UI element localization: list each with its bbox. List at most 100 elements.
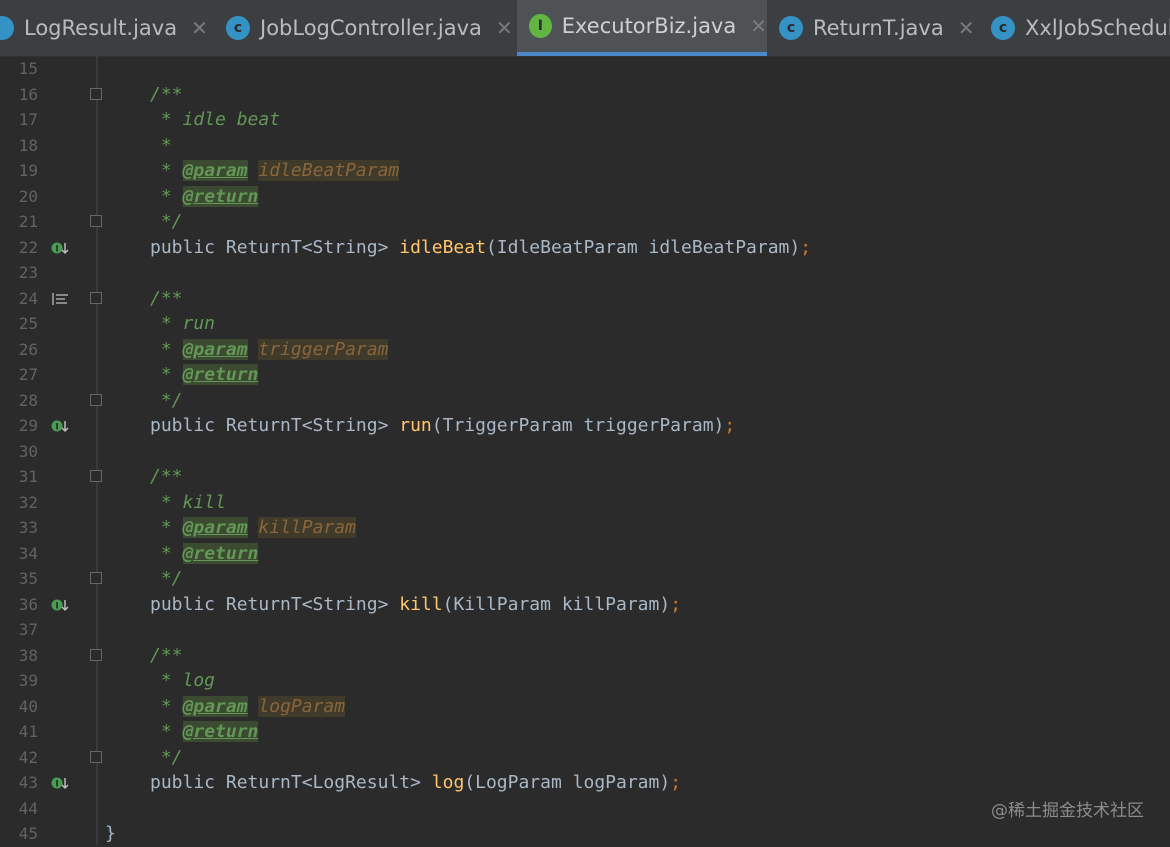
close-icon[interactable]: ✕: [496, 16, 513, 40]
fold-marker-icon[interactable]: [90, 470, 102, 482]
fold-marker-icon[interactable]: [90, 572, 102, 584]
line-number: 24: [0, 289, 38, 308]
line-number: 20: [0, 187, 38, 206]
code-text: * run: [150, 311, 215, 337]
line-number: 44: [0, 799, 38, 818]
code-text: */: [150, 566, 183, 592]
code-line[interactable]: 18 *: [0, 133, 1170, 159]
line-number: 42: [0, 748, 38, 767]
code-line[interactable]: 20 * @return: [0, 184, 1170, 210]
code-line[interactable]: 26 * @param triggerParam: [0, 337, 1170, 363]
code-line[interactable]: 24 /**: [0, 286, 1170, 312]
code-text: */: [150, 745, 183, 771]
code-line[interactable]: 33 * @param killParam: [0, 515, 1170, 541]
line-number: 30: [0, 442, 38, 461]
code-text: /**: [150, 286, 183, 312]
line-number: 15: [0, 59, 38, 78]
code-line[interactable]: 17 * idle beat: [0, 107, 1170, 133]
line-number: 22: [0, 238, 38, 257]
tab-joblogcontroller[interactable]: c JobLogController.java ✕: [226, 0, 514, 56]
fold-marker-icon[interactable]: [90, 215, 102, 227]
line-number: 39: [0, 671, 38, 690]
fold-marker-icon[interactable]: [90, 88, 102, 100]
code-line[interactable]: 39 * log: [0, 668, 1170, 694]
line-number: 23: [0, 263, 38, 282]
code-line[interactable]: 38/**: [0, 643, 1170, 669]
code-line[interactable]: 22Ipublic ReturnT<String> idleBeat(IdleB…: [0, 235, 1170, 261]
line-number: 17: [0, 110, 38, 129]
code-text: /**: [150, 464, 183, 490]
tab-label: LogResult.java: [24, 16, 177, 40]
tab-executorbiz[interactable]: I ExecutorBiz.java ✕: [517, 0, 767, 56]
code-line[interactable]: 32 * kill: [0, 490, 1170, 516]
code-line[interactable]: 21 */: [0, 209, 1170, 235]
code-line[interactable]: 27 * @return: [0, 362, 1170, 388]
code-text: * @param idleBeatParam: [150, 158, 399, 184]
code-line[interactable]: 31/**: [0, 464, 1170, 490]
code-text: * @return: [150, 541, 258, 567]
code-line[interactable]: 36Ipublic ReturnT<String> kill(KillParam…: [0, 592, 1170, 618]
fold-marker-icon[interactable]: [90, 394, 102, 406]
implemented-method-icon[interactable]: I: [51, 418, 69, 437]
implemented-method-icon[interactable]: I: [51, 240, 69, 259]
code-line[interactable]: 40 * @param logParam: [0, 694, 1170, 720]
svg-text:I: I: [55, 423, 58, 433]
code-line[interactable]: 41 * @return: [0, 719, 1170, 745]
code-line[interactable]: 28 */: [0, 388, 1170, 414]
line-number: 29: [0, 416, 38, 435]
code-text: public ReturnT<String> run(TriggerParam …: [150, 413, 735, 439]
watermark: @稀土掘金技术社区: [991, 796, 1144, 821]
code-text: * kill: [150, 490, 226, 516]
line-number: 27: [0, 365, 38, 384]
svg-text:I: I: [55, 601, 58, 611]
line-number: 28: [0, 391, 38, 410]
fold-marker-icon[interactable]: [90, 649, 102, 661]
close-icon[interactable]: ✕: [958, 16, 975, 40]
line-number: 26: [0, 340, 38, 359]
code-line[interactable]: 30: [0, 439, 1170, 465]
tab-xxljobscheduler[interactable]: c XxlJobSchedul: [991, 0, 1170, 56]
line-number: 21: [0, 212, 38, 231]
code-text: * @return: [150, 184, 258, 210]
tab-logresult[interactable]: LogResult.java ✕: [0, 0, 208, 56]
line-number: 33: [0, 518, 38, 537]
code-text: *: [150, 133, 172, 159]
implemented-method-icon[interactable]: I: [51, 775, 69, 794]
line-number: 18: [0, 136, 38, 155]
line-number: 16: [0, 85, 38, 104]
fold-marker-icon[interactable]: [90, 751, 102, 763]
line-number: 43: [0, 773, 38, 792]
code-line[interactable]: 29 Ipublic ReturnT<String> run(TriggerPar…: [0, 413, 1170, 439]
code-line[interactable]: 15: [0, 56, 1170, 82]
code-line[interactable]: 34 * @return: [0, 541, 1170, 567]
code-line[interactable]: 16/**: [0, 82, 1170, 108]
tab-label: JobLogController.java: [260, 16, 482, 40]
doc-render-icon[interactable]: [51, 291, 69, 310]
code-line[interactable]: 37: [0, 617, 1170, 643]
close-icon[interactable]: ✕: [750, 14, 767, 38]
fold-marker-icon[interactable]: [90, 292, 102, 304]
code-line[interactable]: 42 */: [0, 745, 1170, 771]
code-line[interactable]: 43 Ipublic ReturnT<LogResult> log(LogPara…: [0, 770, 1170, 796]
line-number: 25: [0, 314, 38, 333]
code-editor[interactable]: 1516/**17 * idle beat18 *19 * @param idl…: [0, 56, 1170, 845]
tab-label: ExecutorBiz.java: [562, 14, 736, 38]
code-text: */: [150, 388, 183, 414]
code-line[interactable]: 45}: [0, 821, 1170, 847]
tab-returnt[interactable]: c ReturnT.java ✕: [779, 0, 979, 56]
tab-label: XxlJobSchedul: [1025, 16, 1170, 40]
code-text: public ReturnT<String> kill(KillParam ki…: [150, 592, 681, 618]
code-text: }: [105, 821, 116, 847]
code-line[interactable]: 19 * @param idleBeatParam: [0, 158, 1170, 184]
code-text: * @param triggerParam: [150, 337, 388, 363]
code-line[interactable]: 35 */: [0, 566, 1170, 592]
code-line[interactable]: 23: [0, 260, 1170, 286]
editor-tab-bar: LogResult.java ✕ c JobLogController.java…: [0, 0, 1170, 57]
code-text: * log: [150, 668, 215, 694]
code-text: * idle beat: [150, 107, 280, 133]
line-number: 34: [0, 544, 38, 563]
implemented-method-icon[interactable]: I: [51, 597, 69, 616]
close-icon[interactable]: ✕: [191, 16, 208, 40]
code-line[interactable]: 25 * run: [0, 311, 1170, 337]
code-text: public ReturnT<LogResult> log(LogParam l…: [150, 770, 681, 796]
